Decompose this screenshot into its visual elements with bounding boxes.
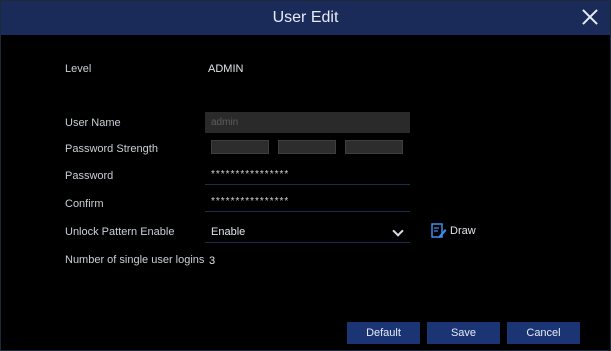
user-edit-dialog: User Edit Level ADMIN User Name admin Pa…	[0, 0, 611, 351]
confirm-password-field[interactable]: ****************	[205, 194, 410, 212]
username-field[interactable]: admin	[205, 112, 410, 133]
single-user-logins-value: 3	[209, 255, 216, 267]
chevron-down-icon	[392, 225, 404, 237]
pencil-edit-icon	[431, 223, 447, 238]
username-label: User Name	[65, 117, 121, 129]
close-icon[interactable]	[580, 7, 600, 27]
confirm-label: Confirm	[65, 198, 104, 210]
default-button[interactable]: Default	[347, 322, 420, 344]
unlock-pattern-value: Enable	[211, 226, 246, 238]
unlock-pattern-label: Unlock Pattern Enable	[65, 226, 175, 238]
level-label: Level	[65, 63, 92, 75]
unlock-pattern-select[interactable]: Enable	[205, 223, 410, 243]
password-field[interactable]: ****************	[205, 167, 410, 185]
draw-button[interactable]: Draw	[431, 221, 476, 241]
save-button[interactable]: Save	[427, 322, 500, 344]
dialog-titlebar: User Edit	[1, 1, 610, 35]
cancel-button[interactable]: Cancel	[507, 322, 580, 344]
strength-bar-medium	[278, 140, 336, 154]
password-strength-label: Password Strength	[65, 143, 158, 155]
single-user-logins-label: Number of single user logins	[65, 254, 205, 266]
dialog-title: User Edit	[272, 9, 339, 26]
strength-bar-strong	[345, 140, 403, 154]
level-value: ADMIN	[208, 63, 244, 75]
draw-label: Draw	[450, 225, 476, 237]
strength-bar-weak	[211, 140, 269, 154]
password-label: Password	[65, 170, 114, 182]
